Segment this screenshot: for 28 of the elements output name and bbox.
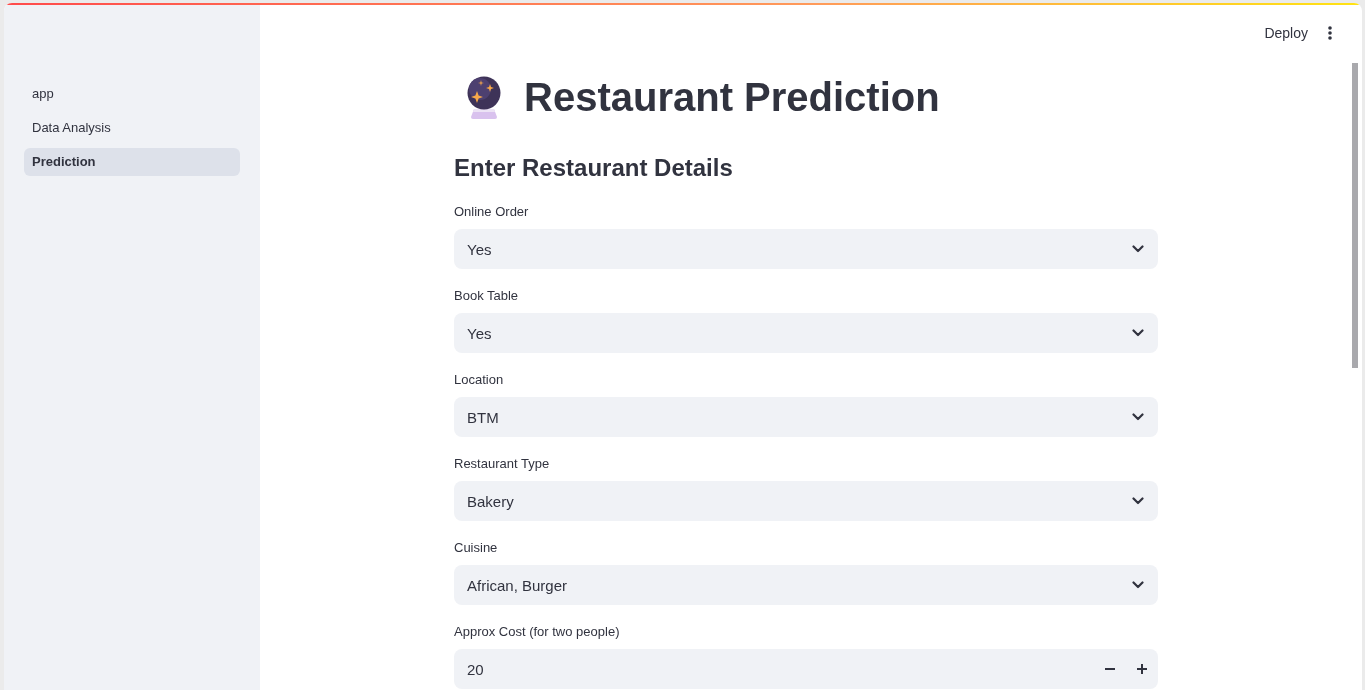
chevron-down-icon [1132,245,1144,253]
deploy-button[interactable]: Deploy [1258,20,1314,45]
field-label: Location [454,371,505,389]
page-title: Restaurant Prediction [524,74,940,121]
field-label: Cuisine [454,539,499,557]
field-label: Approx Cost (for two people) [454,623,621,641]
chevron-down-icon [1132,497,1144,505]
dropdown-select[interactable]: Yes [454,313,1158,353]
dropdown-select[interactable]: African, Burger [454,565,1158,605]
more-options-icon[interactable] [1328,25,1332,40]
scrollbar-thumb[interactable] [1352,63,1358,368]
number-input[interactable]: 20 [454,649,1094,689]
sidebar-nav-link[interactable]: Prediction [24,148,240,176]
crystal-ball-icon [466,75,502,119]
plus-icon [1137,664,1147,674]
field-label: Restaurant Type [454,455,551,473]
sidebar-nav-link[interactable]: app [24,80,240,108]
sidebar-nav-link[interactable]: Data Analysis [24,114,240,142]
section-heading: Enter Restaurant Details [454,153,734,183]
field-label: Book Table [454,287,520,305]
chevron-down-icon [1132,413,1144,421]
dropdown-select[interactable]: Bakery [454,481,1158,521]
chevron-down-icon [1132,581,1144,589]
chevron-down-icon [1132,329,1144,337]
increment-button[interactable] [1126,649,1158,689]
field-label: Online Order [454,203,530,221]
dropdown-select[interactable]: Yes [454,229,1158,269]
dropdown-select[interactable]: BTM [454,397,1158,437]
